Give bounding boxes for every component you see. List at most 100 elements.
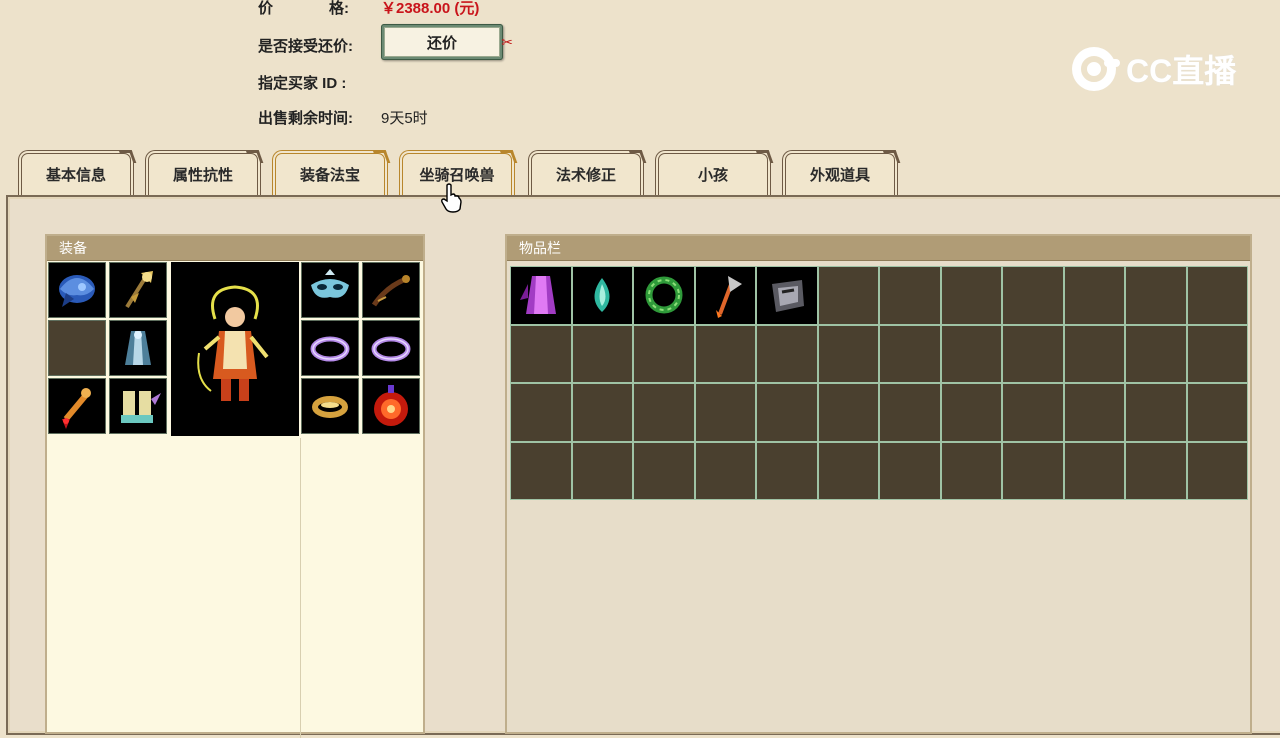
time-left-label: 出售剩余时间: (258, 110, 353, 127)
inventory-slot-empty[interactable] (1126, 384, 1186, 441)
equip-slot-gold-ring[interactable] (301, 378, 359, 434)
golden-scepter-icon (125, 271, 153, 309)
inventory-slot-empty[interactable] (880, 267, 940, 324)
tab-equipment[interactable]: 装备法宝 (272, 150, 388, 195)
equip-slot-ring-2[interactable] (362, 320, 420, 376)
gold-ring-icon (312, 396, 348, 418)
teal-gem-icon (594, 278, 610, 313)
inventory-slot-purple-robe[interactable] (511, 267, 571, 324)
inventory-slot-empty[interactable] (511, 384, 571, 441)
inventory-slot-teal-gem[interactable] (572, 267, 632, 324)
inventory-slot-dark-armor[interactable] (757, 267, 817, 324)
inventory-slot-empty[interactable] (1126, 442, 1186, 499)
dark-flail-icon (371, 275, 410, 307)
price-label-a: 价 (258, 0, 274, 17)
price-value: ￥2388.00 (元) (381, 0, 480, 17)
inventory-slot-empty[interactable] (880, 325, 940, 382)
inventory-slot-empty[interactable] (941, 267, 1001, 324)
inventory-panel-title: 物品栏 (507, 236, 1250, 261)
inventory-slot-empty[interactable] (818, 442, 878, 499)
tab-appearance-items[interactable]: 外观道具 (782, 150, 898, 195)
inventory-slot-empty[interactable] (757, 325, 817, 382)
inventory-slot-empty[interactable] (1003, 325, 1063, 382)
inventory-slot-empty[interactable] (1187, 442, 1247, 499)
equipment-panel-title: 装备 (47, 236, 423, 261)
inventory-slot-empty[interactable] (818, 267, 878, 324)
inventory-slot-empty[interactable] (1064, 267, 1124, 324)
inventory-slot-empty[interactable] (1064, 325, 1124, 382)
red-tassel-charm-icon (62, 388, 91, 429)
inventory-slot-empty[interactable] (511, 442, 571, 499)
inventory-slot-empty[interactable] (757, 384, 817, 441)
buyer-id-label: 指定买家 ID : (258, 75, 347, 92)
bargain-row: 是否接受还价: (258, 35, 353, 56)
inventory-slot-empty[interactable] (634, 325, 694, 382)
inventory-slot-empty[interactable] (1187, 384, 1247, 441)
equip-slot-ring-1[interactable] (301, 320, 359, 376)
tab-label: 坐骑召唤兽 (419, 167, 495, 184)
character-figure-icon (197, 285, 269, 401)
inventory-slot-empty[interactable] (1187, 267, 1247, 324)
cc-live-logo: CC直播 (1072, 44, 1236, 94)
equip-slot-helmet[interactable] (48, 262, 106, 318)
inventory-slot-empty[interactable] (1126, 325, 1186, 382)
fire-axe-icon (716, 276, 743, 319)
equip-slot-charm[interactable] (48, 378, 106, 434)
equip-slot-empty[interactable] (48, 320, 106, 376)
inventory-slot-empty[interactable] (880, 384, 940, 441)
ribbon-icon: ✂ (501, 34, 513, 50)
tab-label: 外观道具 (809, 167, 870, 184)
tab-label: 基本信息 (45, 167, 106, 184)
inventory-slot-empty[interactable] (941, 384, 1001, 441)
equip-slot-flail[interactable] (362, 262, 420, 318)
inventory-slot-empty[interactable] (1003, 267, 1063, 324)
inventory-slot-empty[interactable] (572, 442, 632, 499)
bargain-button-label: 还价 (384, 27, 500, 57)
equip-slot-weapon[interactable] (109, 262, 167, 318)
inventory-slot-empty[interactable] (757, 442, 817, 499)
tab-basic-info[interactable]: 基本信息 (18, 150, 134, 195)
inventory-slot-empty[interactable] (1187, 325, 1247, 382)
tab-attributes[interactable]: 属性抗性 (145, 150, 261, 195)
blue-cloak-icon (125, 331, 151, 365)
inventory-slot-empty[interactable] (818, 325, 878, 382)
inventory-slot-empty[interactable] (1064, 442, 1124, 499)
time-left-row: 出售剩余时间: 9天5时 (258, 107, 428, 128)
inventory-slot-empty[interactable] (634, 442, 694, 499)
inventory-slot-empty[interactable] (634, 384, 694, 441)
inventory-slot-empty[interactable] (1003, 384, 1063, 441)
inventory-slot-empty[interactable] (695, 442, 755, 499)
tab-spell-modifiers[interactable]: 法术修正 (528, 150, 644, 195)
equip-slot-armor[interactable] (109, 320, 167, 376)
purple-ring-icon (371, 336, 411, 362)
inventory-grid (510, 266, 1248, 500)
bargain-button[interactable]: 还价 ✂ (381, 24, 513, 60)
tab-children[interactable]: 小孩 (655, 150, 771, 195)
inventory-slot-empty[interactable] (941, 325, 1001, 382)
inventory-slot-empty[interactable] (818, 384, 878, 441)
divider (300, 438, 301, 738)
inventory-slot-empty[interactable] (1003, 442, 1063, 499)
tab-label: 法术修正 (555, 167, 616, 184)
inventory-slot-empty[interactable] (880, 442, 940, 499)
inventory-slot-empty[interactable] (572, 325, 632, 382)
inventory-slot-empty[interactable] (1126, 267, 1186, 324)
inventory-slot-empty[interactable] (1064, 384, 1124, 441)
equip-slot-talisman[interactable] (362, 378, 420, 434)
equip-slot-boots[interactable] (109, 378, 167, 434)
dark-armor-icon (771, 280, 804, 313)
tab-label: 小孩 (697, 167, 728, 184)
hand-cursor-icon (441, 183, 462, 213)
inventory-slot-empty[interactable] (511, 325, 571, 382)
inventory-slot-fire-axe[interactable] (695, 267, 755, 324)
price-row: 价 格: ￥2388.00 (元) (258, 0, 479, 18)
equip-slot-mask[interactable] (301, 262, 359, 318)
inventory-slot-empty[interactable] (695, 325, 755, 382)
inventory-slot-green-wreath[interactable] (634, 267, 694, 324)
inventory-slot-empty[interactable] (941, 442, 1001, 499)
inventory-slot-empty[interactable] (695, 384, 755, 441)
inventory-slot-empty[interactable] (572, 384, 632, 441)
blue-helmet-icon (59, 275, 95, 307)
character-portrait (171, 262, 299, 436)
tab-label: 装备法宝 (299, 167, 360, 184)
